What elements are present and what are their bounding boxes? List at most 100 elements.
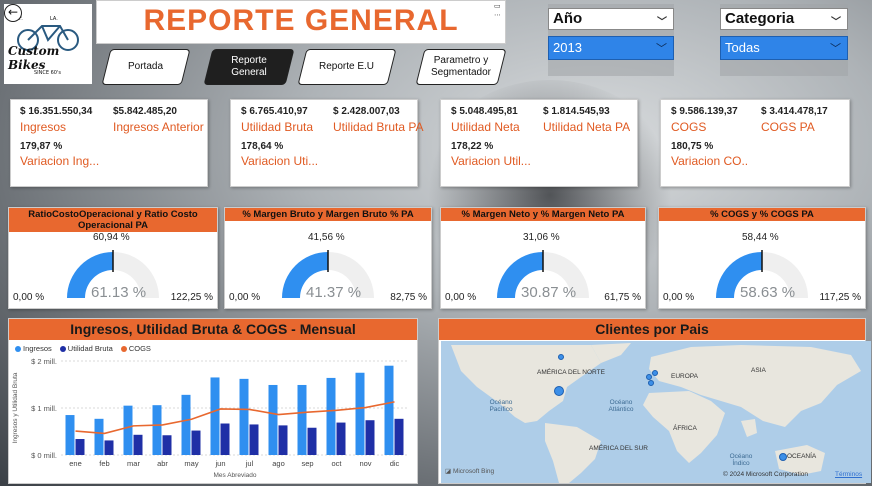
line-cogs[interactable] <box>75 401 395 435</box>
bar-utilidad-bruta[interactable] <box>104 440 114 455</box>
year-dropdown[interactable]: 2013 ﹀ <box>548 36 674 60</box>
kpi-label: Variacion Util... <box>451 154 531 168</box>
bar-utilidad-bruta[interactable] <box>278 425 288 455</box>
kpi-value: 180,75 % <box>671 141 714 152</box>
monthly-bar-chart[interactable]: $ 0 mill. $ 1 mill. $ 2 mill. Ingresos y Ut… <box>9 319 419 485</box>
chevron-down-icon[interactable]: ﹀ <box>657 13 667 28</box>
gauge-target-label: 31,06 % <box>523 232 560 243</box>
bar-ingresos[interactable] <box>297 384 307 455</box>
gauge-center-value: 58.63 % <box>740 284 796 301</box>
bar-utilidad-bruta[interactable] <box>307 427 317 455</box>
nav-button-reporte-general[interactable]: Reporte General <box>203 49 295 85</box>
gauge-max-label: 61,75 % <box>604 292 641 303</box>
kpi-label: Ingresos <box>20 120 67 134</box>
kpi-card-cogs[interactable]: $ 9.586.139,37 COGS $ 3.414.478,17 COGS … <box>660 99 850 187</box>
x-tick-label: abr <box>157 459 168 468</box>
back-arrow-icon[interactable]: ← <box>4 4 22 22</box>
chevron-down-icon: ﹀ <box>656 43 667 55</box>
x-axis-title: Mes Abreviado <box>214 472 257 479</box>
gauge-card-margen-bruto[interactable]: % Margen Bruto y Margen Bruto % PA 41,56… <box>224 207 432 309</box>
kpi-value: $5.842.485,20 <box>113 106 177 117</box>
x-tick-label: oct <box>331 459 342 468</box>
x-tick-label: jul <box>245 459 254 468</box>
map-terms-link[interactable]: Términos <box>835 471 862 478</box>
kpi-value: 178,64 % <box>241 141 284 152</box>
bar-utilidad-bruta[interactable] <box>75 439 85 455</box>
monthly-chart-panel[interactable]: Ingresos, Utilidad Bruta & COGS - Mensua… <box>8 318 418 484</box>
bar-ingresos[interactable] <box>65 415 75 455</box>
kpi-value: $ 5.048.495,81 <box>451 106 518 117</box>
bar-ingresos[interactable] <box>123 405 133 455</box>
bubble-canada[interactable] <box>558 354 564 360</box>
year-slicer-label: Año ﹀ <box>548 8 674 30</box>
y-tick-label: $ 0 mill. <box>31 451 57 460</box>
nav-button-parametro[interactable]: Parametro y Segmentador <box>415 49 507 85</box>
gauge-card-ratio-costo[interactable]: RatioCostoOperacional y Ratio Costo Oper… <box>8 207 218 309</box>
kpi-card-ingresos[interactable]: $ 16.351.550,34 Ingresos $5.842.485,20 I… <box>10 99 208 187</box>
world-map[interactable]: AMÉRICA DEL NORTE EUROPA ASIA ÁFRICA AMÉ… <box>441 341 871 483</box>
category-slicer[interactable]: Categoria ﹀ Todas ﹀ <box>720 4 848 76</box>
chevron-down-icon[interactable]: ﹀ <box>831 13 841 28</box>
bar-utilidad-bruta[interactable] <box>336 422 346 455</box>
bubble-germany[interactable] <box>652 370 658 376</box>
bar-ingresos[interactable] <box>326 377 336 455</box>
gauge-target-label: 58,44 % <box>742 232 779 243</box>
bar-ingresos[interactable] <box>355 372 365 455</box>
bubble-france[interactable] <box>648 380 654 386</box>
nav-button-portada[interactable]: Portada <box>101 49 191 85</box>
y-tick-label: $ 1 mill. <box>31 404 57 413</box>
x-tick-label: may <box>184 459 198 468</box>
bar-ingresos[interactable] <box>152 405 162 455</box>
map-attribution: © 2024 Microsoft Corporation <box>723 471 808 478</box>
gauge-target-label: 60,94 % <box>93 232 130 243</box>
gauge-card-cogs[interactable]: % COGS y % COGS PA 58,44 % 0,00 % 117,25 %… <box>658 207 866 309</box>
kpi-value: $ 3.414.478,17 <box>761 106 828 117</box>
bubble-north-america[interactable] <box>554 386 564 396</box>
gauge-min-label: 0,00 % <box>229 292 261 303</box>
customer-bubbles <box>554 354 787 461</box>
x-tick-label: mar <box>127 459 140 468</box>
bubble-australia[interactable] <box>779 453 787 461</box>
kpi-value: $ 16.351.550,34 <box>20 106 93 117</box>
map-title: Clientes por Pais <box>439 319 865 340</box>
category-dropdown[interactable]: Todas ﹀ <box>720 36 848 60</box>
kpi-card-utilidad-neta[interactable]: $ 5.048.495,81 Utilidad Neta $ 1.814.545… <box>440 99 638 187</box>
kpi-value: 179,87 % <box>20 141 63 152</box>
x-tick-label: jun <box>214 459 225 468</box>
header-more-icon[interactable]: ▭ ⋯ <box>494 2 506 20</box>
bar-utilidad-bruta[interactable] <box>162 435 172 455</box>
bar-ingresos[interactable] <box>268 384 278 455</box>
bar-utilidad-bruta[interactable] <box>191 430 201 455</box>
bar-ingresos[interactable] <box>239 378 249 455</box>
year-slicer[interactable]: Año ﹀ 2013 ﹀ <box>548 4 674 76</box>
bar-utilidad-bruta[interactable] <box>249 424 259 455</box>
kpi-card-utilidad-bruta[interactable]: $ 6.765.410,97 Utilidad Bruta $ 2.428.00… <box>230 99 424 187</box>
bar-ingresos[interactable] <box>384 365 394 455</box>
bubble-uk[interactable] <box>646 374 652 380</box>
bing-logo: ◪ Microsoft Bing <box>445 468 495 475</box>
kpi-value: 178,22 % <box>451 141 494 152</box>
gauge-max-label: 122,25 % <box>170 292 213 303</box>
kpi-label: Variacion CO... <box>671 154 749 168</box>
kpi-value: $ 1.814.545,93 <box>543 106 610 117</box>
bar-utilidad-bruta[interactable] <box>133 434 143 455</box>
kpi-label: Utilidad Neta <box>451 120 520 134</box>
bar-ingresos[interactable] <box>181 394 191 455</box>
gauge-target-label: 41,56 % <box>308 232 345 243</box>
y-axis-title: Ingresos y Utilidad Bruta <box>12 372 19 443</box>
bar-ingresos[interactable] <box>94 418 104 455</box>
gauge-center-value: 41.37 % <box>306 284 362 301</box>
kpi-value: $ 9.586.139,37 <box>671 106 738 117</box>
bar-utilidad-bruta[interactable] <box>394 418 404 455</box>
gauge-card-margen-neto[interactable]: % Margen Neto y % Margen Neto PA 31,06 %… <box>440 207 646 309</box>
bar-utilidad-bruta[interactable] <box>365 420 375 455</box>
bar-utilidad-bruta[interactable] <box>220 423 230 455</box>
nav-button-reporte-eu[interactable]: Reporte E.U <box>297 49 397 85</box>
kpi-label: COGS PA <box>761 120 815 134</box>
map-panel[interactable]: Clientes por Pais AMÉRICA DEL NORTE EURO… <box>438 318 871 484</box>
gauge-max-label: 117,25 % <box>819 292 861 303</box>
kpi-label: Utilidad Bruta PA <box>333 120 424 134</box>
bar-ingresos[interactable] <box>210 377 220 455</box>
gauge-min-label: 0,00 % <box>445 292 477 303</box>
gauge-center-value: 61.13 % <box>91 284 147 301</box>
